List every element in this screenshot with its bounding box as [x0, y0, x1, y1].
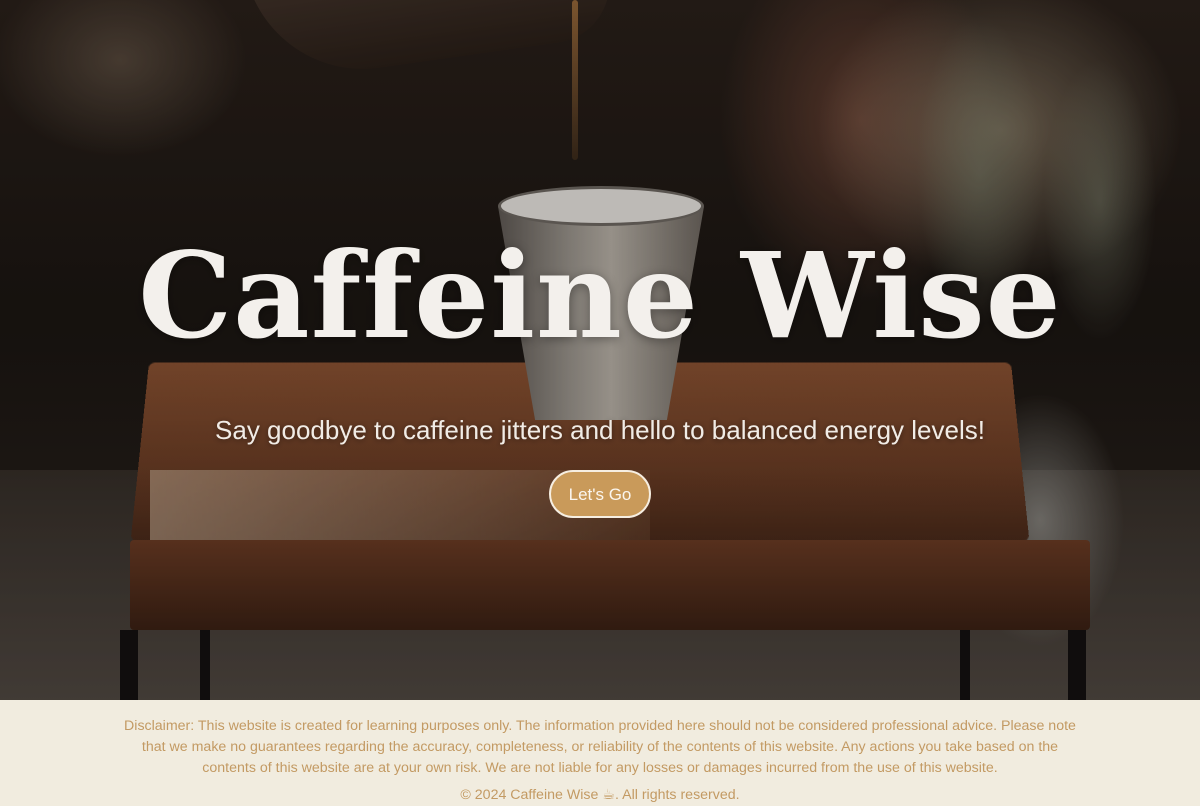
hero-title: Caffeine Wise: [0, 226, 1200, 366]
hero-section: Caffeine Wise Say goodbye to caffeine ji…: [0, 0, 1200, 700]
hero-content: Caffeine Wise Say goodbye to caffeine ji…: [0, 226, 1200, 518]
footer-copyright: © 2024 Caffeine Wise ☕. All rights reser…: [0, 785, 1200, 806]
site-footer: Disclaimer: This website is created for …: [0, 700, 1200, 800]
lets-go-button[interactable]: Let's Go: [549, 470, 651, 518]
footer-disclaimer: Disclaimer: This website is created for …: [120, 716, 1080, 779]
hero-subtitle: Say goodbye to caffeine jitters and hell…: [0, 414, 1200, 446]
